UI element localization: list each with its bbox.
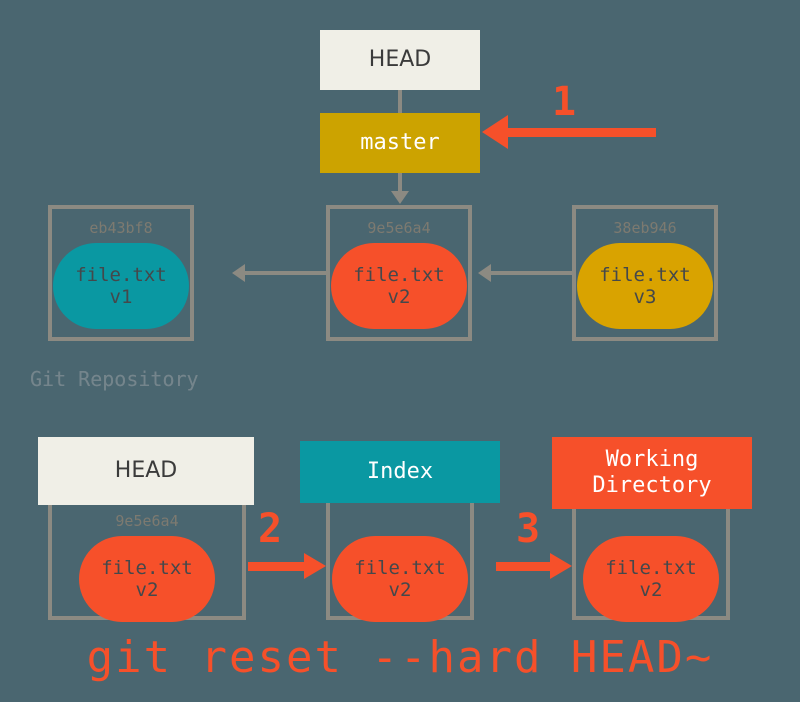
working-directory-area-blob: file.txt v2 bbox=[583, 536, 719, 622]
parent-link-2-to-1-arrowhead bbox=[232, 264, 245, 282]
step-1-arrowhead bbox=[482, 115, 508, 149]
master-to-commit-connector bbox=[398, 173, 402, 193]
commit-file-version: v2 bbox=[387, 286, 411, 308]
index-area-title-label: Index bbox=[366, 459, 434, 485]
commit-file-version: v3 bbox=[633, 286, 657, 308]
master-ref-box: master bbox=[320, 113, 480, 173]
head-to-master-connector bbox=[398, 90, 402, 113]
step-1-label: 1 bbox=[552, 79, 577, 125]
git-repository-label: Git Repository bbox=[30, 367, 199, 391]
commit-file-version: v1 bbox=[109, 286, 133, 308]
step-1-arrow-shaft bbox=[508, 128, 656, 137]
commit-hash-38eb946: 38eb946 bbox=[613, 219, 677, 237]
head-ref-box: HEAD bbox=[320, 30, 480, 90]
index-area-blob: file.txt v2 bbox=[332, 536, 468, 622]
commit-file-name: file.txt bbox=[599, 263, 691, 286]
head-area-file-version: v2 bbox=[135, 579, 159, 601]
commit-blob-v2: file.txt v2 bbox=[331, 243, 467, 329]
wd-area-file-name: file.txt bbox=[605, 556, 697, 579]
wd-area-title-line1: Working bbox=[605, 447, 699, 473]
step-3-arrowhead bbox=[550, 553, 572, 579]
commit-box-38eb946: 38eb946 file.txt v3 bbox=[572, 205, 718, 341]
commit-box-eb43bf8: eb43bf8 file.txt v1 bbox=[48, 205, 194, 341]
commit-box-9e5e6a4: 9e5e6a4 file.txt v2 bbox=[326, 205, 472, 341]
step-2-label: 2 bbox=[258, 506, 283, 552]
parent-link-2-to-1-shaft bbox=[245, 271, 327, 275]
master-ref-label: master bbox=[360, 130, 440, 156]
index-area-file-version: v2 bbox=[388, 579, 412, 601]
step-3-label: 3 bbox=[516, 506, 541, 552]
head-area-file-name: file.txt bbox=[101, 556, 193, 579]
commit-file-name: file.txt bbox=[353, 263, 445, 286]
head-area-title-label: HEAD bbox=[114, 458, 178, 484]
index-area-title: Index bbox=[300, 441, 500, 503]
git-reset-hard-diagram: Git Repository HEAD master 1 eb43bf8 fil… bbox=[0, 0, 800, 702]
step-3-arrow-shaft bbox=[496, 562, 550, 571]
commit-blob-v1: file.txt v1 bbox=[53, 243, 189, 329]
head-area-blob: file.txt v2 bbox=[79, 536, 215, 622]
working-directory-area-title: Working Directory bbox=[552, 437, 752, 509]
commit-blob-v3: file.txt v3 bbox=[577, 243, 713, 329]
step-2-arrow-shaft bbox=[248, 562, 304, 571]
master-to-commit-arrowhead bbox=[391, 191, 409, 204]
head-ref-label: HEAD bbox=[368, 47, 432, 73]
head-area-hash: 9e5e6a4 bbox=[115, 512, 179, 530]
wd-area-title-line2: Directory bbox=[592, 473, 712, 498]
command-caption: git reset --hard HEAD~ bbox=[86, 632, 714, 683]
parent-link-3-to-2-shaft bbox=[491, 271, 573, 275]
head-area-title: HEAD bbox=[38, 437, 254, 505]
wd-area-file-version: v2 bbox=[639, 579, 663, 601]
index-area-file-name: file.txt bbox=[354, 556, 446, 579]
commit-hash-eb43bf8: eb43bf8 bbox=[89, 219, 153, 237]
step-2-arrowhead bbox=[304, 553, 326, 579]
commit-file-name: file.txt bbox=[75, 263, 167, 286]
commit-hash-9e5e6a4: 9e5e6a4 bbox=[367, 219, 431, 237]
parent-link-3-to-2-arrowhead bbox=[478, 264, 491, 282]
